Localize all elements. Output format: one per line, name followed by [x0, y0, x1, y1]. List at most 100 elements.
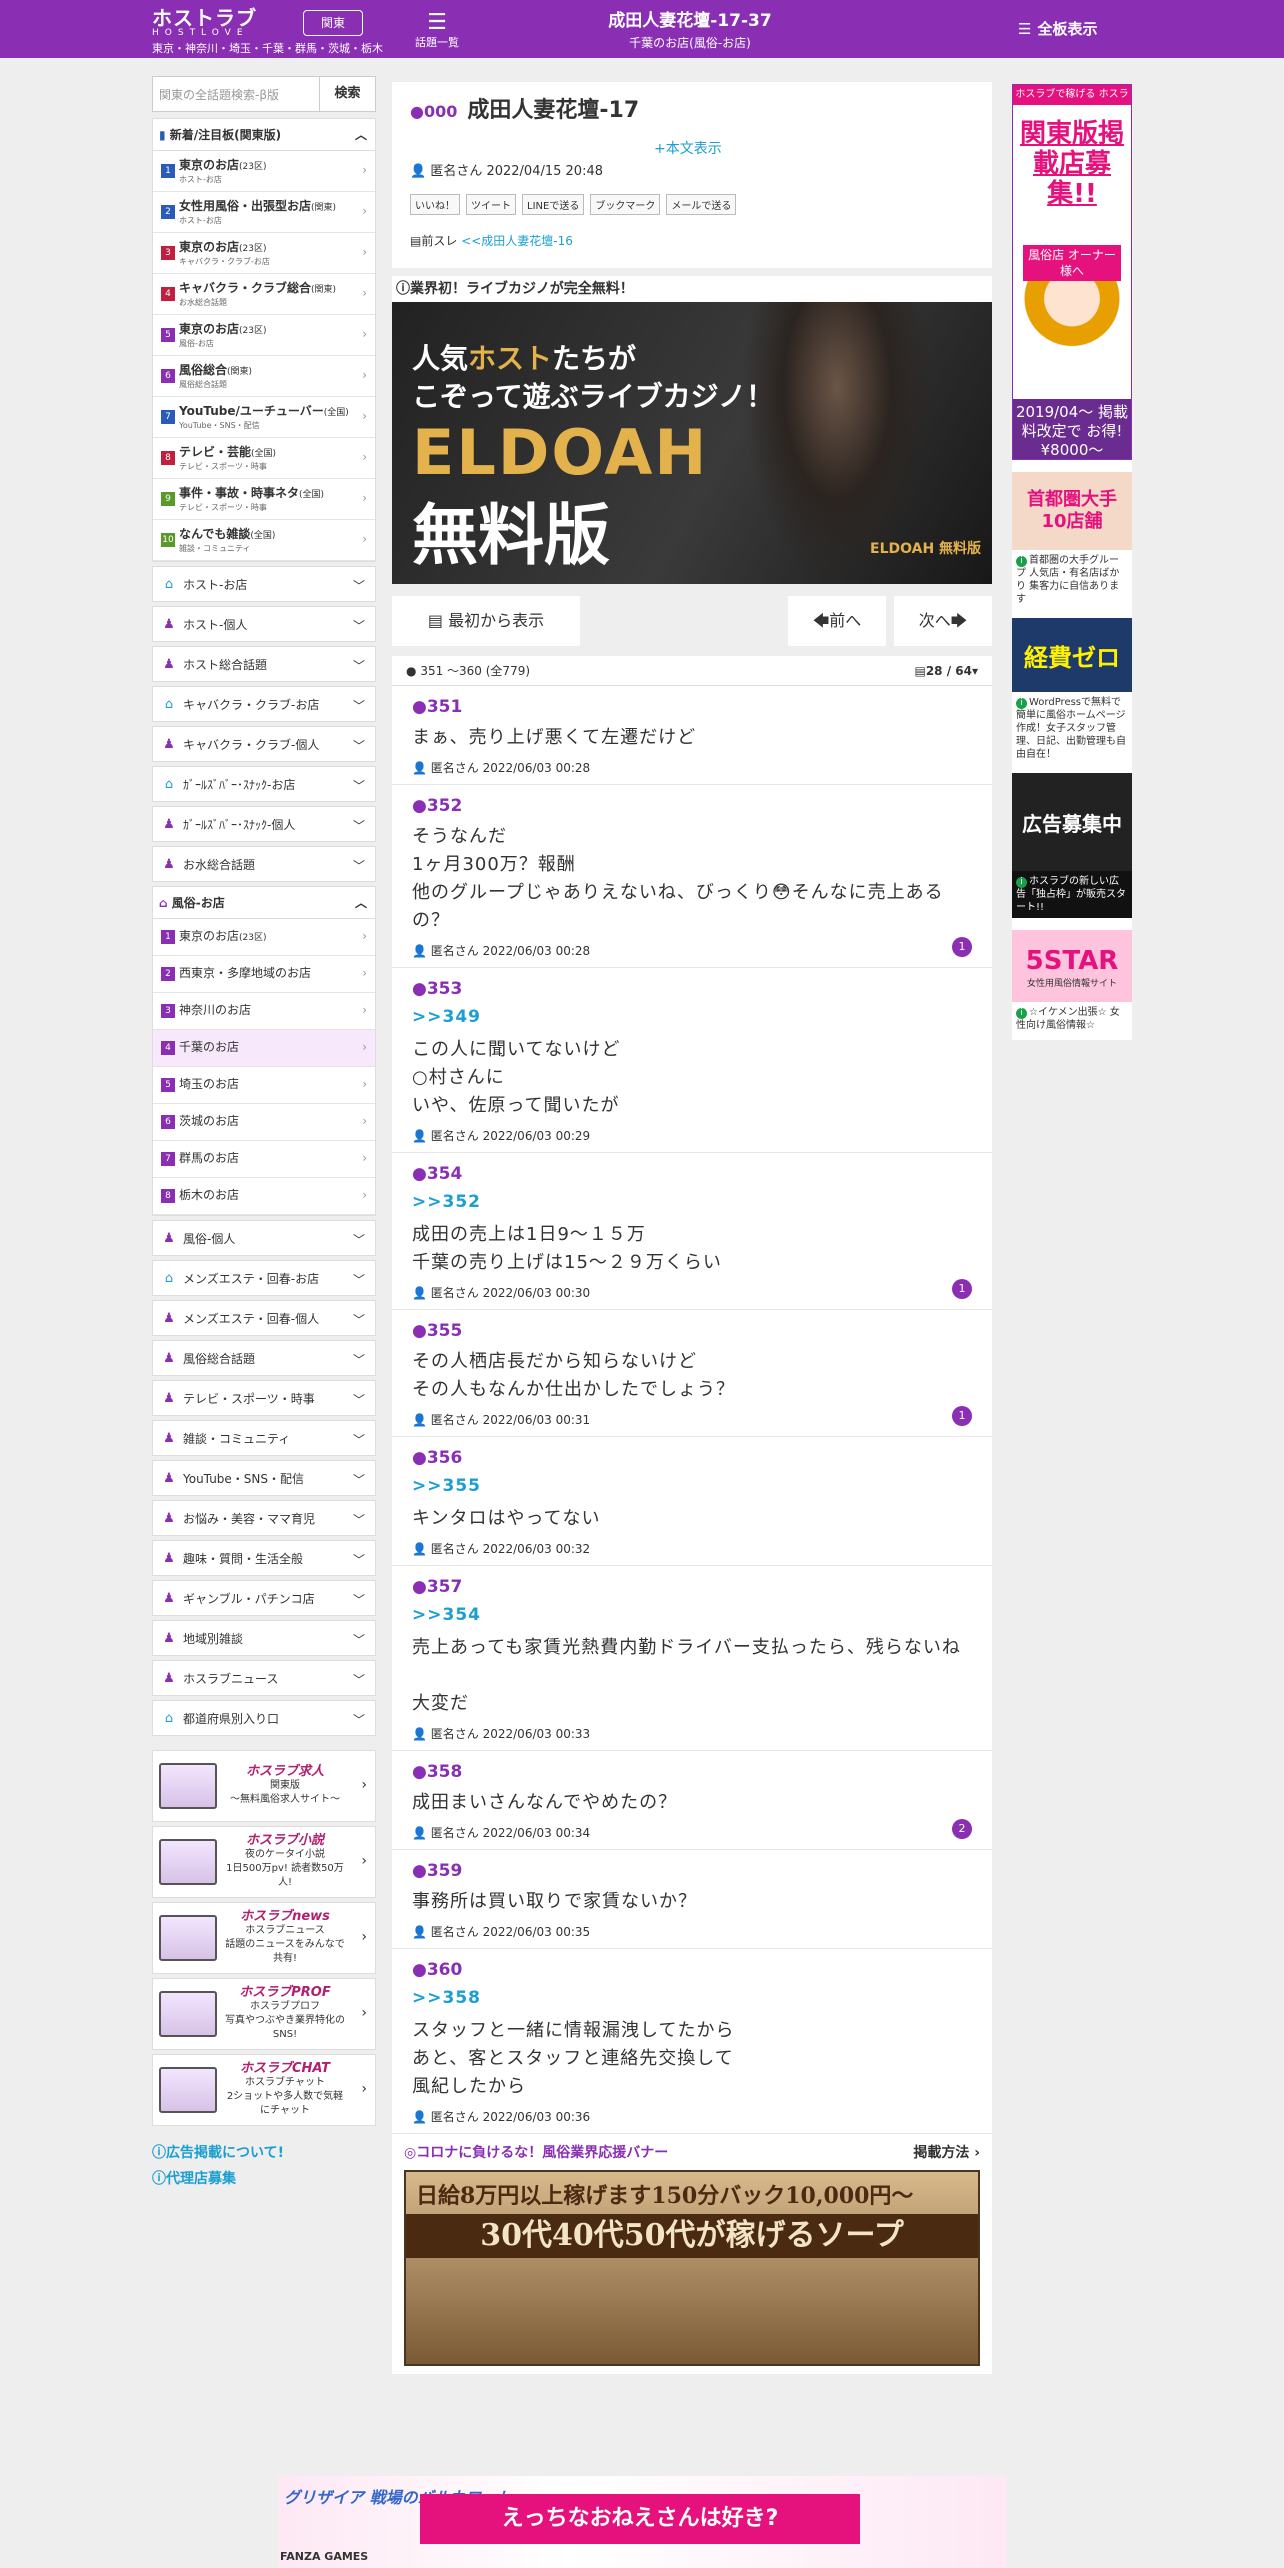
new-board-item[interactable]: 5 東京のお店(23区) 風俗-お店 › — [153, 315, 375, 356]
page-select[interactable]: ▤28 / 64▾ — [914, 656, 978, 685]
post-number[interactable]: ●351 — [412, 694, 972, 720]
line-button[interactable]: LINEで送る — [522, 194, 585, 215]
new-board-item[interactable]: 4 キャバクラ・クラブ総合(関東) お水総合話題 › — [153, 274, 375, 315]
fuzoku-item[interactable]: 5 埼玉のお店 › — [153, 1067, 375, 1104]
new-board-item[interactable]: 7 YouTube/ユーチューバー(全国) YouTube・SNS・配信 › — [153, 397, 375, 438]
bookmark-button[interactable]: ブックマーク — [590, 194, 661, 215]
service-banner[interactable]: ホスラブnews ホスラブニュース 話題のニュースをみんなで共有! › — [152, 1902, 376, 1974]
category-item[interactable]: ♟ ギャンブル・パチンコ店 ﹀ — [152, 1580, 376, 1616]
reply-count-badge[interactable]: 2 — [952, 1819, 972, 1839]
reply-count-badge[interactable]: 1 — [952, 1406, 972, 1426]
prev-page-button[interactable]: 🡄前へ — [788, 596, 886, 646]
reply-anchor[interactable]: >>352 — [412, 1187, 972, 1217]
category-item[interactable]: ♟ キャバクラ・クラブ-個人 ﹀ — [152, 726, 376, 762]
category-item[interactable]: ♟ 風俗総合話題 ﹀ — [152, 1340, 376, 1376]
next-page-button[interactable]: 次へ🡆 — [894, 596, 992, 646]
bottom-game-ad[interactable]: グリザイア 戦場のバルカローレ えっちなおねえさんは好き? FANZA GAME… — [278, 2476, 1006, 2568]
search-input[interactable]: 関東の全話題検索-β版 — [152, 76, 320, 112]
category-item[interactable]: ♟ 地域別雑談 ﹀ — [152, 1620, 376, 1656]
post-number[interactable]: ●360 — [412, 1957, 972, 1983]
post-number[interactable]: ●353 — [412, 976, 972, 1002]
post-number[interactable]: ●359 — [412, 1858, 972, 1884]
category-item[interactable]: ♟ ホスト-個人 ﹀ — [152, 606, 376, 642]
fuzoku-item[interactable]: 7 群馬のお店 › — [153, 1141, 375, 1178]
new-board-item[interactable]: 6 風俗総合(関東) 風俗総合話題 › — [153, 356, 375, 397]
category-item[interactable]: ♟ 風俗-個人 ﹀ — [152, 1220, 376, 1256]
category-item[interactable]: ♟ お悩み・美容・ママ育児 ﹀ — [152, 1500, 376, 1536]
category-item[interactable]: ⌂ 都道府県別入り口 ﹀ — [152, 1700, 376, 1736]
posts-info-bar: ● 351 ～360 (全779) ▤28 / 64▾ — [392, 656, 992, 686]
category-item[interactable]: ♟ YouTube・SNS・配信 ﹀ — [152, 1460, 376, 1496]
category-item[interactable]: ♟ 雑談・コミュニティ ﹀ — [152, 1420, 376, 1456]
category-item[interactable]: ♟ ホスラブニュース ﹀ — [152, 1660, 376, 1696]
header-title: 成田人妻花壇-17-37 — [608, 11, 772, 31]
post-number[interactable]: ●352 — [412, 793, 972, 819]
new-boards-header[interactable]: ▮ 新着/注目板(関東版) ︿ — [153, 119, 375, 151]
category-item[interactable]: ♟ ホスト総合話題 ﹀ — [152, 646, 376, 682]
fuzoku-item[interactable]: 3 神奈川のお店 › — [153, 993, 375, 1030]
rank-badge: 7 — [161, 410, 175, 424]
new-board-item[interactable]: 3 東京のお店(23区) キャバクラ・クラブ-お店 › — [153, 233, 375, 274]
post-number[interactable]: ●356 — [412, 1445, 972, 1471]
category-item[interactable]: ♟ お水総合話題 ﹀ — [152, 846, 376, 882]
facebook-like-button[interactable]: いいね！ — [410, 194, 460, 215]
tweet-button[interactable]: ツイート — [466, 194, 516, 215]
service-banner[interactable]: ホスラブ小説 夜のケータイ小説 1日500万pv! 読者数50万人! › — [152, 1826, 376, 1898]
fuzoku-item[interactable]: 8 栃木のお店 › — [153, 1178, 375, 1215]
category-item[interactable]: ♟ テレビ・スポーツ・時事 ﹀ — [152, 1380, 376, 1416]
fuzoku-item[interactable]: 6 茨城のお店 › — [153, 1104, 375, 1141]
new-board-item[interactable]: 10 なんでも雑談(全国) 雑談・コミュニティ › — [153, 520, 375, 561]
new-board-item[interactable]: 2 女性用風俗・出張型お店(関東) ホスト-お店 › — [153, 192, 375, 233]
fuzoku-item[interactable]: 1 東京のお店(23区) › — [153, 919, 375, 956]
show-body-button[interactable]: +本文表示 — [654, 138, 722, 158]
new-board-item[interactable]: 1 東京のお店(23区) ホスト-お店 › — [153, 151, 375, 192]
category-item[interactable]: ⌂ キャバクラ・クラブ-お店 ﹀ — [152, 686, 376, 722]
fuzoku-header[interactable]: ⌂ 風俗-お店 ︿ — [153, 887, 375, 919]
right-ad-4[interactable]: 広告募集中 i ホスラブの新しい広告「独占枠」が販売スタート!! — [1012, 773, 1132, 918]
reply-count-badge[interactable]: 1 — [952, 937, 972, 957]
new-board-item[interactable]: 9 事件・事故・時事ネタ(全国) テレビ・スポーツ・時事 › — [153, 479, 375, 520]
prev-thread-link[interactable]: <<成田人妻花壇-16 — [461, 234, 573, 248]
reply-anchor[interactable]: >>358 — [412, 1983, 972, 2013]
post-number[interactable]: ●355 — [412, 1318, 972, 1344]
category-item[interactable]: ♟ メンズエステ・回春-個人 ﹀ — [152, 1300, 376, 1336]
from-start-button[interactable]: ▤ 最初から表示 — [392, 596, 580, 646]
category-item[interactable]: ⌂ ｶﾞｰﾙｽﾞﾊﾞｰ･ｽﾅｯｸ-お店 ﹀ — [152, 766, 376, 802]
mail-button[interactable]: メールで送る — [666, 194, 737, 215]
fuzoku-item[interactable]: 2 西東京・多摩地域のお店 › — [153, 956, 375, 993]
all-boards-button[interactable]: ☰ 全板表示 — [1018, 18, 1103, 39]
agent-link[interactable]: ⓘ代理店募集 — [152, 2166, 376, 2192]
reply-anchor[interactable]: >>349 — [412, 1002, 972, 1032]
fuzoku-list: 1 東京のお店(23区) › 2 西東京・多摩地域のお店 › 3 神奈川のお店 … — [153, 919, 375, 1215]
reply-anchor[interactable]: >>354 — [412, 1600, 972, 1630]
service-banner[interactable]: ホスラブ求人 関東版 〜無料風俗求人サイト〜 › — [152, 1750, 376, 1822]
region-button[interactable]: 関東 — [303, 10, 363, 36]
category-item[interactable]: ♟ ｶﾞｰﾙｽﾞﾊﾞｰ･ｽﾅｯｸ-個人 ﹀ — [152, 806, 376, 842]
service-banner[interactable]: ホスラブPROF ホスラブプロフ 写真やつぶやき業界特化のSNS! › — [152, 1978, 376, 2050]
ad-info-link[interactable]: ⓘ広告掲載について! — [152, 2140, 376, 2166]
info-icon: ⓘ — [396, 281, 410, 297]
soap-ad-banner[interactable]: 日給8万円以上稼げます150分バック10,000円〜12,000円 30代40代… — [404, 2170, 980, 2366]
service-banner[interactable]: ホスラブCHAT ホスラブチャット 2ショットや多人数で気軽にチャット › — [152, 2054, 376, 2126]
doc-icon: ▤ — [914, 664, 926, 678]
casino-ad-banner[interactable]: 人気ホストたちが こぞって遊ぶライブカジノ！ ELDOAH 無料版 ELDOAH … — [392, 302, 992, 584]
search-button[interactable]: 検索 — [320, 76, 376, 112]
new-board-item[interactable]: 8 テレビ・芸能(全国) テレビ・スポーツ・時事 › — [153, 438, 375, 479]
fuzoku-item[interactable]: 4 千葉のお店 › — [153, 1030, 375, 1067]
reply-count-badge[interactable]: 1 — [952, 1279, 972, 1299]
topic-list-button[interactable]: ☰ 話題一覧 — [412, 10, 462, 50]
right-ad-2[interactable]: 首都圏大手 10店舗 i 首都圏の大手グループ 人気店・有名店ばかり 集客力に自信… — [1012, 472, 1132, 606]
category-item[interactable]: ♟ 趣味・質問・生活全般 ﹀ — [152, 1540, 376, 1576]
category-item[interactable]: ⌂ ホスト-お店 ﹀ — [152, 566, 376, 602]
reply-anchor[interactable]: >>355 — [412, 1471, 972, 1501]
category-label: ｶﾞｰﾙｽﾞﾊﾞｰ･ｽﾅｯｸ-お店 — [183, 777, 296, 792]
corona-link[interactable]: 掲載方法 › — [913, 2142, 980, 2162]
site-logo[interactable]: ホストラブ HOSTLOVE — [152, 8, 257, 38]
right-ad-3[interactable]: 経費ゼロ i WordPressで無料で簡単に風俗ホームページ作成！女子スタッフ管… — [1012, 618, 1132, 761]
kanto-recruit-ad[interactable]: ホスラブで稼げる ホスラブ求人 関東版掲載店募集!! 風俗店 オーナー様へ 20… — [1012, 84, 1132, 460]
post-number[interactable]: ●357 — [412, 1574, 972, 1600]
right-ad-5[interactable]: 5STAR 女性用風俗情報サイト i ☆イケメン出張☆ 女性向け風俗情報☆ — [1012, 930, 1132, 1032]
post-number[interactable]: ●358 — [412, 1759, 972, 1785]
category-item[interactable]: ⌂ メンズエステ・回春-お店 ﹀ — [152, 1260, 376, 1296]
post-number[interactable]: ●354 — [412, 1161, 972, 1187]
